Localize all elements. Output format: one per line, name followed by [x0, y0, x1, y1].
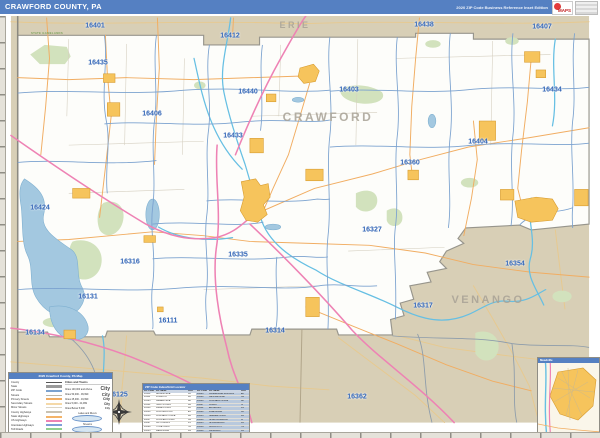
- secondary-logo: [575, 0, 598, 15]
- zip-label-16131: 16131: [78, 293, 98, 301]
- county-label-erie: ERIE: [279, 20, 311, 30]
- zip-label-16335: 16335: [228, 251, 248, 259]
- city-union-city: [524, 51, 541, 63]
- zip-label-16401: 16401: [85, 22, 105, 30]
- zip-index-left-columns: ZIP Code ZIP Name Grid 16110 ADAMSVILLE A5 161…: [143, 390, 196, 436]
- inset-title: Meadville: [538, 358, 599, 363]
- city-titusville: [514, 196, 559, 223]
- zip-label-16362: 16362: [347, 393, 367, 401]
- zip-label-16435: 16435: [88, 59, 108, 67]
- county-label-venango: VENANGO: [451, 294, 525, 306]
- brand-logo-text: MAPS: [558, 7, 572, 13]
- zip-label-16354: 16354: [505, 260, 525, 268]
- city-saegertown: [249, 138, 264, 154]
- city-meadville: [239, 178, 271, 223]
- city-spartansburg: [535, 69, 546, 78]
- zip-label-16314: 16314: [265, 327, 285, 335]
- area-label: STATE GAMELANDS: [30, 31, 64, 35]
- city-jamestown: [63, 329, 76, 340]
- city-cochranton: [305, 297, 320, 317]
- legend-line-items: County State ZIP Code Streets Primary Street…: [11, 380, 62, 434]
- city-conneaut-lake: [143, 235, 156, 243]
- legend-water-shape: [72, 415, 103, 423]
- zip-label-16317: 16317: [413, 302, 433, 310]
- legend-cities-column: Cities and Towns Cities 100,000 and Abov…: [64, 380, 110, 434]
- edition-subtitle: 2020 ZIP Code Business Reference Inset E…: [456, 5, 548, 10]
- lake-tamarack: [265, 223, 282, 231]
- legend-cities-header: Cities and Towns: [64, 380, 110, 385]
- zip-label-16360: 16360: [400, 159, 420, 167]
- zip-label-16407: 16407: [532, 23, 552, 31]
- zip-index-table: ZIP Code Index/Grid Locator ZIP Code ZIP …: [142, 383, 250, 437]
- legend-water-label: Streams: [83, 423, 92, 427]
- zip-label-16327: 16327: [362, 226, 382, 234]
- zip-label-16134: 16134: [25, 329, 45, 337]
- legend-item: Toll Roads: [11, 427, 62, 431]
- grid-ruler-left: [0, 16, 6, 438]
- city-linesville: [72, 188, 91, 199]
- city-hydetown: [500, 189, 515, 201]
- zip-label-16412: 16412: [220, 32, 240, 40]
- city-venango: [265, 93, 277, 103]
- city-atlantic: [157, 306, 164, 313]
- city-inset-map: Meadville: [537, 357, 600, 438]
- page-title: CRAWFORD COUNTY, PA: [5, 2, 102, 11]
- zip-label-16433: 16433: [223, 132, 243, 140]
- zip-label-16403: 16403: [339, 86, 359, 94]
- zip-label-16440: 16440: [238, 88, 258, 96]
- city-townville: [407, 169, 419, 181]
- city-guys-mills: [305, 168, 324, 182]
- map-legend: 2020 Crawford County, PA Map County State…: [8, 372, 113, 435]
- zip-label-16424: 16424: [30, 204, 50, 212]
- map-page: CRAWFORD COUNTY, PA 2020 ZIP Code Busine…: [0, 0, 600, 438]
- header-bar: CRAWFORD COUNTY, PA 2020 ZIP Code Busine…: [0, 0, 600, 14]
- zip-label-16406: 16406: [142, 110, 162, 118]
- zip-label-16404: 16404: [468, 138, 488, 146]
- zip-label-16316: 16316: [120, 258, 140, 266]
- logo-area: MAPS: [552, 0, 600, 15]
- city-centerville: [478, 120, 496, 141]
- zip-label-16111: 16111: [158, 317, 178, 325]
- county-label-crawford: CRAWFORD: [282, 110, 374, 124]
- legend-water-label: Lakes and Rivers: [78, 412, 97, 416]
- zip-label-16434: 16434: [542, 86, 562, 94]
- lake-canadohta: [427, 113, 437, 129]
- brand-logo: MAPS: [552, 0, 574, 15]
- city-conneautville: [107, 102, 121, 117]
- zip-index-right-columns: ZIP Code ZIP Name Grid 16403 CAMBRIDGE SPRIN…: [196, 390, 249, 436]
- legend-city-class: Cities Below 5,000 City: [64, 406, 110, 410]
- grid-ruler-bottom: [0, 432, 600, 438]
- zip-label-16438: 16438: [414, 21, 434, 29]
- city-springboro: [103, 73, 116, 83]
